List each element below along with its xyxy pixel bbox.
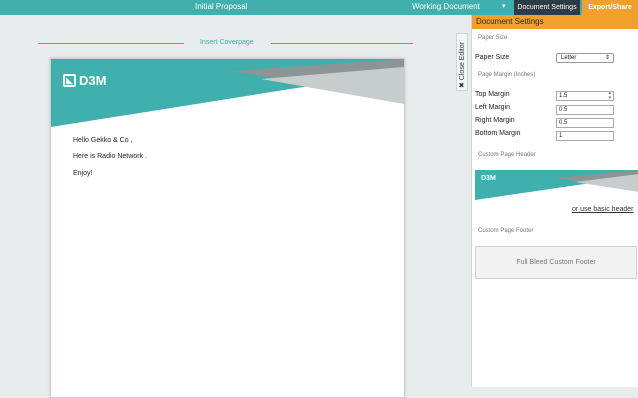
- left-margin-input[interactable]: 0.5: [556, 105, 614, 115]
- page-header-banner: ◣ D3M: [51, 59, 404, 127]
- paper-size-select[interactable]: Letter ⇕: [556, 53, 614, 63]
- page-text-line[interactable]: Enjoy!: [73, 170, 92, 177]
- divider: [271, 43, 413, 44]
- paper-size-label: Paper Size: [475, 54, 510, 61]
- paper-size-value: Letter: [561, 55, 577, 61]
- header-section-label: Custom Page Header: [478, 152, 536, 158]
- basic-header-link[interactable]: or use basic header: [572, 206, 633, 213]
- header-preview-logo: D3M: [481, 175, 496, 182]
- document-page[interactable]: ◣ D3M Hello Gekko & Co , Here is Radio N…: [50, 58, 405, 398]
- top-bar: Initial Proposal Working Document ▾ Docu…: [0, 0, 638, 15]
- footer-section-label: Custom Page Footer: [478, 228, 534, 234]
- document-version-select[interactable]: Working Document ▾: [412, 2, 506, 11]
- top-margin-input[interactable]: 1.5 ▴ ▾: [556, 91, 614, 101]
- top-margin-value: 1.5: [559, 93, 568, 99]
- page-text-line[interactable]: Here is Radio Network .: [73, 153, 147, 160]
- editor-area: Insert Coverpage ◣ D3M Hello Gekko & Co …: [0, 15, 455, 398]
- chevron-down-icon: ▾: [502, 3, 506, 10]
- document-settings-panel: Document Settings Paper Size Paper Size …: [471, 15, 638, 387]
- margin-section-label: Page Margin (Inches): [478, 72, 536, 78]
- panel-title: Document Settings: [472, 15, 638, 29]
- close-editor-label: ✖ Close Editor: [459, 42, 466, 88]
- custom-header-preview[interactable]: D3M: [475, 170, 638, 200]
- header-banner-graphic: [51, 59, 404, 127]
- company-logo: ◣ D3M: [63, 73, 106, 88]
- page-text-line[interactable]: Hello Gekko & Co ,: [73, 137, 133, 144]
- left-margin-value: 0.5: [559, 107, 568, 113]
- chevron-updown-icon: ⇕: [604, 55, 610, 61]
- document-version-label: Working Document: [412, 2, 480, 11]
- bottom-margin-input[interactable]: 1: [556, 131, 614, 141]
- bottom-margin-label: Bottom Margin: [475, 130, 521, 137]
- divider: [38, 43, 184, 44]
- left-margin-label: Left Margin: [475, 104, 511, 111]
- close-editor-tab[interactable]: ✖ Close Editor: [456, 33, 468, 91]
- paper-size-section-label: Paper Size: [478, 35, 508, 41]
- bottom-margin-value: 1: [559, 133, 563, 139]
- document-settings-button[interactable]: Document Settings: [514, 0, 580, 15]
- export-share-button[interactable]: Export/Share: [582, 0, 638, 15]
- right-margin-input[interactable]: 0.5: [556, 118, 614, 128]
- header-preview-graphic: [475, 170, 638, 200]
- insert-coverpage-link[interactable]: Insert Coverpage: [200, 39, 254, 46]
- spinner-icon[interactable]: ▴ ▾: [608, 91, 611, 101]
- logo-text: D3M: [79, 73, 107, 88]
- custom-footer-button[interactable]: Full Bleed Custom Footer: [475, 246, 637, 279]
- close-editor-text: Close Editor: [459, 42, 466, 81]
- right-margin-label: Right Margin: [475, 117, 515, 124]
- document-title[interactable]: Initial Proposal: [195, 2, 247, 11]
- top-margin-label: Top Margin: [475, 91, 510, 98]
- logo-mark-icon: ◣: [63, 74, 76, 87]
- right-margin-value: 0.5: [559, 120, 568, 126]
